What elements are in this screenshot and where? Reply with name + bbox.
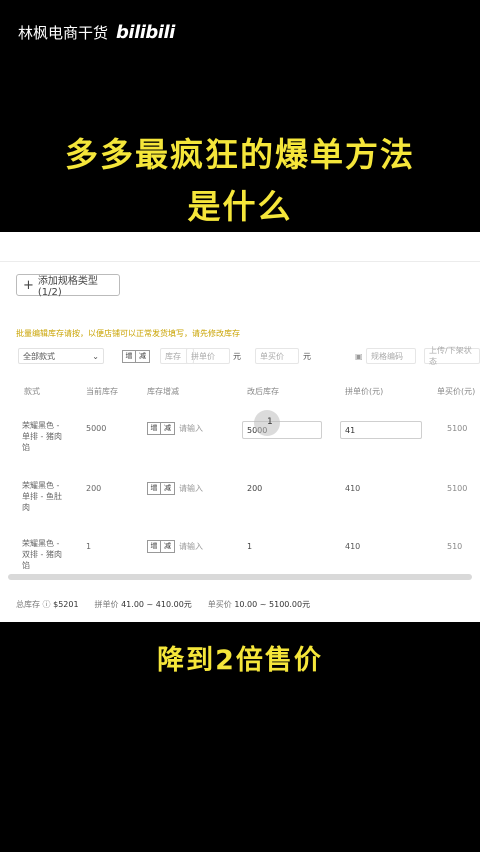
row-single-price: 5100 xyxy=(447,424,468,433)
horizontal-scrollbar[interactable] xyxy=(8,574,472,580)
sku-editor-screenshot: + 添加规格类型(1/2) 批量编辑库存请按，以便店铺可以正常发货填写，请先修改… xyxy=(0,232,480,622)
table-row: 荣耀黑色 - 双排 - 猪肉馅 1 增 减 请输入 1 410 510 xyxy=(0,538,480,596)
row-group-price[interactable]: 410 xyxy=(345,542,360,551)
editor-top-bar xyxy=(0,232,480,262)
group-price-range-value: 41.00 ~ 410.00元 xyxy=(121,600,192,609)
table-row: 荣耀黑色 - 单排 - 鱼肚肉 200 增 减 请输入 200 410 5100 xyxy=(0,480,480,538)
row-current-stock: 1 xyxy=(86,542,92,551)
row-current-stock: 200 xyxy=(86,484,102,493)
col-new-stock: 改后库存 xyxy=(247,387,279,396)
plus-icon: + xyxy=(23,277,34,293)
caption: 降到2倍售价 xyxy=(157,645,323,676)
batch-single-price-input[interactable]: 单买价 xyxy=(255,348,299,364)
increase-toggle[interactable]: 增 xyxy=(147,482,161,495)
increase-toggle[interactable]: 增 xyxy=(147,540,161,553)
headline-line1: 多多最疯狂的爆单方法 xyxy=(65,135,415,174)
single-price-range-value: 10.00 ~ 5100.00元 xyxy=(234,600,311,609)
bilibili-logo: bilibili xyxy=(116,22,175,43)
chevron-down-icon: ⌄ xyxy=(92,351,99,361)
single-price-unit: 元 xyxy=(303,351,311,361)
col-stock: 当前库存 xyxy=(86,387,118,396)
col-style: 款式 xyxy=(24,387,40,396)
add-spec-button[interactable]: + 添加规格类型(1/2) xyxy=(16,274,120,298)
row-new-stock[interactable]: 200 xyxy=(247,484,262,493)
increase-toggle[interactable]: 增 xyxy=(122,349,136,363)
group-price-unit: 元 xyxy=(233,351,241,361)
channel-name: 林枫电商干货 xyxy=(18,24,109,42)
row-single-price: 5100 xyxy=(447,484,468,493)
edit-notice: 批量编辑库存请按，以便店铺可以正常发货填写，请先修改库存 xyxy=(16,329,240,338)
batch-code-input[interactable]: 规格编码 xyxy=(366,348,416,364)
table-header: 款式 当前库存 库存增减 改后库存 拼单价(元) 单买价(元) xyxy=(0,382,480,400)
image-icon: ▣ xyxy=(355,351,363,361)
row-group-price[interactable]: 410 xyxy=(345,484,360,493)
single-price-label: 单买价 xyxy=(207,600,232,609)
row-new-stock[interactable]: 1 xyxy=(247,542,252,551)
decrease-toggle[interactable]: 减 xyxy=(136,349,150,363)
stock-change-input[interactable]: 请输入 xyxy=(179,483,203,494)
group-price-label: 拼单价 xyxy=(94,600,119,609)
increase-toggle[interactable]: 增 xyxy=(147,422,161,435)
watermark: 林枫电商干货 bilibili xyxy=(18,22,175,43)
col-group-price: 拼单价(元) xyxy=(345,387,384,396)
total-stock: 总库存 ⓘ $5201 xyxy=(16,600,79,609)
batch-group-price-input[interactable]: 拼单价 xyxy=(186,348,230,364)
typed-char: 1 xyxy=(267,417,273,427)
col-single-price: 单买价(元) xyxy=(437,387,476,396)
total-stock-value: 5201 xyxy=(58,600,79,609)
row-stock-change: 增 减 请输入 xyxy=(147,482,203,495)
style-filter-value: 全部款式 xyxy=(23,351,55,361)
decrease-toggle[interactable]: 减 xyxy=(161,422,175,435)
total-stock-label: 总库存 xyxy=(16,600,40,609)
summary-footer: 总库存 ⓘ $5201 拼单价 41.00 ~ 410.00元 单买价 10.0… xyxy=(16,599,310,610)
row-stock-change: 增 减 请输入 xyxy=(147,540,203,553)
stock-change-input[interactable]: 请输入 xyxy=(179,423,203,434)
single-price-range: 单买价 10.00 ~ 5100.00元 xyxy=(208,599,310,610)
style-filter-select[interactable]: 全部款式 ⌄ xyxy=(18,348,104,364)
row-style-name: 荣耀黑色 - 单排 - 猪肉馅 xyxy=(22,421,62,452)
row-single-price: 510 xyxy=(447,542,463,551)
group-price-range: 拼单价 41.00 ~ 410.00元 xyxy=(95,599,192,610)
row-toggle[interactable]: 增 减 xyxy=(147,422,175,435)
row-style-name: 荣耀黑色 - 双排 - 猪肉馅 xyxy=(22,539,62,570)
headline-line2: 是什么 xyxy=(187,187,293,226)
add-spec-label: 添加规格类型(1/2) xyxy=(37,276,98,298)
stock-change-input[interactable]: 请输入 xyxy=(179,541,203,552)
row-style-name: 荣耀黑色 - 单排 - 鱼肚肉 xyxy=(22,481,62,512)
group-price-input[interactable]: 41 xyxy=(340,421,422,439)
upload-status-select[interactable]: 上传/下架状态 xyxy=(424,346,480,366)
batch-stock-toggle[interactable]: 增 减 xyxy=(122,348,154,364)
table-row: 荣耀黑色 - 单排 - 猪肉馅 5000 增 减 请输入 5000 41 510… xyxy=(0,420,480,478)
row-current-stock: 5000 xyxy=(86,424,107,433)
info-icon: ⓘ xyxy=(42,600,51,609)
row-toggle[interactable]: 增 减 xyxy=(147,482,175,495)
col-stock-change: 库存增减 xyxy=(147,387,179,396)
decrease-toggle[interactable]: 减 xyxy=(161,540,175,553)
group-price-value: 41 xyxy=(345,425,356,435)
row-stock-change: 增 减 请输入 xyxy=(147,422,203,435)
row-toggle[interactable]: 增 减 xyxy=(147,540,175,553)
decrease-toggle[interactable]: 减 xyxy=(161,482,175,495)
